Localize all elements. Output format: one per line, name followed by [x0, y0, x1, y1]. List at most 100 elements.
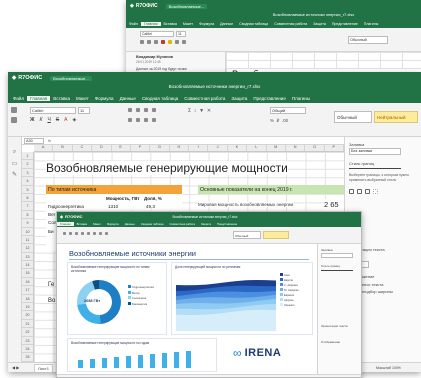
- back-cell-style[interactable]: Обычный: [348, 36, 388, 44]
- sheet-tab[interactable]: Лист1: [34, 364, 53, 372]
- column-header[interactable]: K: [228, 145, 248, 151]
- column-header[interactable]: G: [150, 145, 170, 151]
- currency-icon[interactable]: ₽: [277, 118, 280, 123]
- menu-tab[interactable]: Плагины: [289, 96, 313, 101]
- menu-tab[interactable]: Вставка: [50, 96, 73, 101]
- menu-tab[interactable]: Вставка: [161, 22, 180, 26]
- column-header[interactable]: C: [73, 145, 93, 151]
- menu-tab[interactable]: Совместная работа: [181, 96, 228, 101]
- row-header[interactable]: 25: [22, 353, 33, 362]
- underline-icon[interactable]: [81, 232, 84, 235]
- menu-tab[interactable]: Защита: [310, 22, 329, 26]
- row-header[interactable]: 14: [22, 261, 33, 270]
- row-header[interactable]: 11: [22, 236, 33, 245]
- row-header[interactable]: 22: [22, 328, 33, 337]
- fill-icon[interactable]: ◈: [73, 117, 77, 125]
- row-header[interactable]: 5: [22, 186, 33, 194]
- column-header[interactable]: P: [325, 145, 344, 151]
- border-none-icon[interactable]: [373, 189, 378, 194]
- align-center-icon[interactable]: [182, 40, 186, 44]
- align-center-icon[interactable]: [93, 232, 96, 235]
- menu-tab[interactable]: Сводная таблица: [236, 22, 271, 26]
- front-panel-fill-select[interactable]: [321, 253, 353, 258]
- italic-icon[interactable]: [147, 40, 151, 44]
- row-header[interactable]: 9: [22, 219, 33, 228]
- strike-icon[interactable]: S: [56, 117, 59, 125]
- column-header[interactable]: J: [208, 145, 228, 151]
- menu-tab[interactable]: Формула: [104, 222, 122, 226]
- align-center-icon[interactable]: [136, 118, 140, 122]
- zoom-label[interactable]: Масштаб 100%: [376, 366, 401, 370]
- filter-icon[interactable]: ▼: [199, 108, 204, 114]
- cell-reference[interactable]: A30: [24, 138, 44, 144]
- row-header[interactable]: 3: [22, 169, 33, 178]
- menu-tab[interactable]: Файл: [10, 96, 27, 101]
- paste-icon[interactable]: [11, 107, 17, 113]
- italic-icon[interactable]: [75, 232, 78, 235]
- cell-style-neutral[interactable]: Нейтральный: [374, 111, 418, 123]
- front-panel-border-line[interactable]: [321, 270, 353, 271]
- column-header[interactable]: N: [286, 145, 306, 151]
- menu-tab[interactable]: Данные: [117, 96, 139, 101]
- row-header[interactable]: 13: [22, 253, 33, 262]
- row-header[interactable]: 21: [22, 320, 33, 329]
- menu-tab[interactable]: Представление: [214, 222, 240, 226]
- row-header[interactable]: 23: [22, 337, 33, 345]
- main-doc-tab[interactable]: Возобновляемые...: [50, 75, 92, 81]
- row-header[interactable]: 2: [22, 160, 33, 169]
- chat-icon[interactable]: ✎: [8, 171, 21, 178]
- back-doc-tab[interactable]: Возобновляемые...: [165, 3, 208, 9]
- font-size-select[interactable]: 11: [78, 107, 90, 114]
- menu-tab[interactable]: Данные: [217, 22, 236, 26]
- menu-tab[interactable]: Главная: [140, 22, 161, 26]
- menu-tab[interactable]: Представление: [329, 22, 361, 26]
- bold-icon[interactable]: [69, 232, 72, 235]
- menu-tab[interactable]: Формула: [92, 96, 117, 101]
- align-bottom-icon[interactable]: [144, 108, 148, 112]
- sum-icon[interactable]: Σ: [188, 108, 191, 114]
- font-color-icon[interactable]: [161, 40, 165, 44]
- fill-color-icon[interactable]: [168, 40, 172, 44]
- clear-icon[interactable]: ✕: [207, 108, 211, 114]
- bold-icon[interactable]: Ж: [30, 117, 35, 125]
- border-outer-icon[interactable]: [365, 189, 370, 194]
- menu-tab[interactable]: Вставка: [74, 222, 90, 226]
- menu-tab[interactable]: Формула: [196, 22, 217, 26]
- row-header[interactable]: 18: [22, 295, 33, 304]
- menu-tab[interactable]: Макет: [73, 96, 92, 101]
- sum-icon[interactable]: [99, 232, 102, 235]
- column-header[interactable]: O: [305, 145, 325, 151]
- search-icon[interactable]: ⌕: [8, 149, 21, 156]
- row-header[interactable]: 1: [22, 152, 33, 161]
- row-header[interactable]: 6: [22, 194, 33, 203]
- align-right-icon[interactable]: [144, 118, 148, 122]
- percent-icon[interactable]: %: [270, 118, 274, 123]
- column-header[interactable]: F: [131, 145, 151, 151]
- decimal-icon[interactable]: .00: [282, 118, 288, 123]
- menu-tab[interactable]: Защита: [198, 222, 214, 226]
- menu-tab[interactable]: Плагины: [361, 22, 382, 26]
- cell-style-normal[interactable]: Обычный: [334, 111, 372, 123]
- row-header[interactable]: 20: [22, 311, 33, 320]
- bold-icon[interactable]: [140, 40, 144, 44]
- fx-icon[interactable]: fx: [48, 138, 51, 143]
- copy-icon[interactable]: [11, 117, 17, 123]
- column-header[interactable]: M: [267, 145, 286, 151]
- menu-tab[interactable]: Совместная работа: [271, 22, 310, 26]
- menu-tab[interactable]: Сводная таблица: [138, 222, 167, 226]
- row-header[interactable]: 10: [22, 228, 33, 236]
- filter-icon[interactable]: [105, 232, 108, 235]
- menu-tab[interactable]: Макет: [180, 22, 196, 26]
- column-header[interactable]: I: [189, 145, 209, 151]
- merge-icon[interactable]: [152, 118, 156, 122]
- menu-tab[interactable]: Файл: [126, 22, 141, 26]
- wrap-icon[interactable]: [152, 108, 156, 112]
- number-format-select[interactable]: Общий: [270, 107, 306, 114]
- menu-tab[interactable]: Данные: [122, 222, 138, 226]
- paste-icon[interactable]: [63, 232, 66, 235]
- column-header[interactable]: D: [92, 145, 112, 151]
- fill-select[interactable]: Без заливки: [349, 148, 401, 155]
- menu-tab[interactable]: Представление: [250, 96, 288, 101]
- align-middle-icon[interactable]: [136, 108, 140, 112]
- column-header[interactable]: L: [247, 145, 267, 151]
